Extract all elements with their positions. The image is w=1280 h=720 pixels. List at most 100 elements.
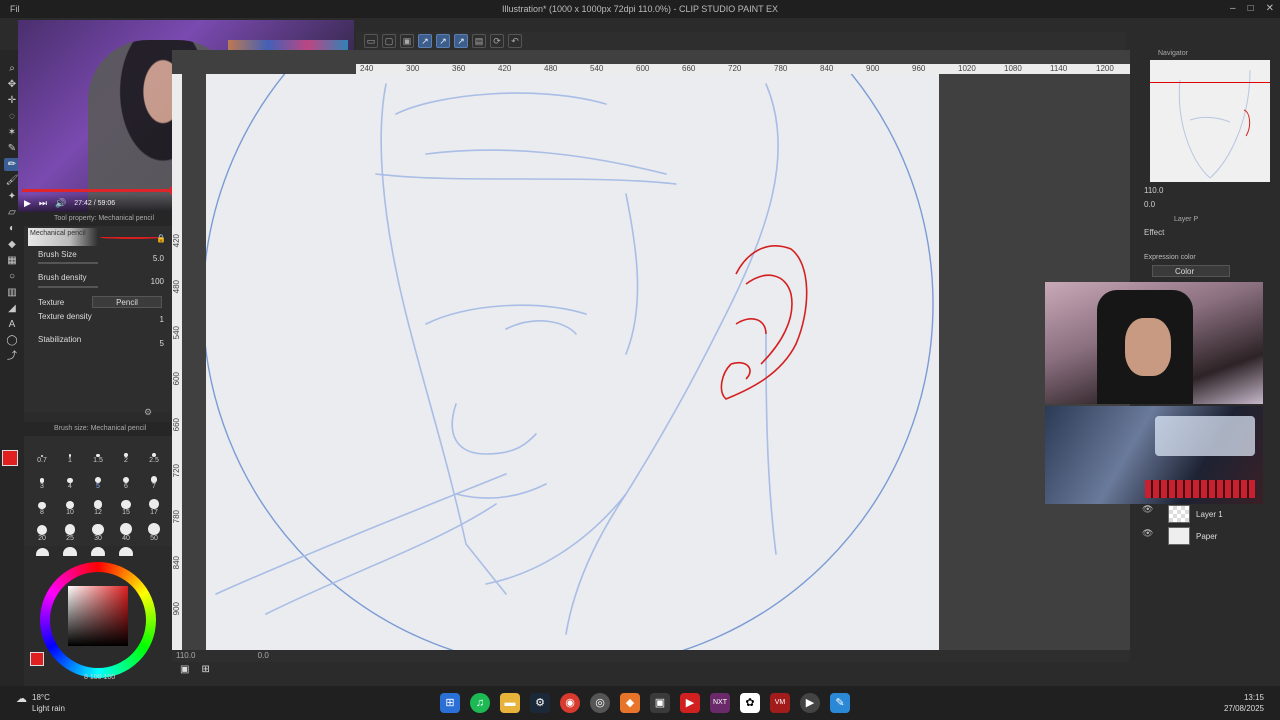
chrome-icon[interactable]: ◉ [560, 693, 580, 713]
brush-size-label: 3 [40, 483, 44, 490]
fill-icon[interactable]: ◆ [4, 238, 20, 251]
gradient-icon[interactable]: ▦ [4, 254, 20, 267]
canvas-zoom[interactable]: 110.0 [176, 651, 195, 660]
video-time: 27:42 / 59:06 [74, 199, 116, 207]
brush-size-slider[interactable] [38, 262, 98, 264]
canvas-angle[interactable]: 0.0 [258, 651, 269, 660]
horizontal-ruler: 240 300 360 420 480 540 600 660 720 780 840 900 960 1… [356, 64, 1130, 74]
fit-icon[interactable]: ▣ [180, 664, 189, 682]
brush-size-option[interactable]: 50 [140, 518, 168, 542]
brush-preset[interactable]: Mechanical pencil [28, 228, 98, 246]
reset-view-icon[interactable]: ⊞ [201, 664, 209, 682]
brush-size-option[interactable]: 2 [112, 440, 140, 464]
balloon-icon[interactable]: ◯ [4, 334, 20, 347]
browser-icon[interactable]: ◎ [590, 693, 610, 713]
steam-icon[interactable]: ⚙ [530, 693, 550, 713]
spotify-icon[interactable]: ♫ [470, 693, 490, 713]
brush-size-option[interactable]: 30 [84, 518, 112, 542]
ruler-tool-icon[interactable]: ◢ [4, 302, 20, 315]
windows-start-icon[interactable]: ⊞ [440, 693, 460, 713]
brush-size-option[interactable]: 7 [140, 466, 168, 490]
minimize-icon[interactable]: – [1230, 0, 1236, 18]
rotate-icon[interactable]: ⟳ [490, 34, 504, 48]
brush-size-option[interactable]: 17 [140, 492, 168, 516]
file-explorer-icon[interactable]: ▬ [500, 693, 520, 713]
volume-icon[interactable]: 🔊 [55, 198, 66, 209]
settings-wrench-icon[interactable]: ⚙ [144, 407, 152, 418]
layer-item[interactable]: Layer 1 [1168, 504, 1278, 524]
drawing-canvas[interactable] [202, 50, 939, 650]
brave-icon[interactable]: ◆ [620, 693, 640, 713]
pen-mode-3-icon[interactable]: ↗ [454, 34, 468, 48]
voicemeeter-icon[interactable]: VM [770, 693, 790, 713]
frame-icon[interactable]: ▥ [4, 286, 20, 299]
streamer-face [1125, 318, 1171, 376]
brush-density-slider[interactable] [38, 286, 98, 288]
figure-icon[interactable]: ○ [4, 270, 20, 283]
brush-size-option[interactable]: 40 [112, 518, 140, 542]
lock-icon[interactable]: 🔒 [156, 234, 166, 243]
expression-color-select[interactable]: Color [1152, 265, 1230, 277]
maximize-icon[interactable]: □ [1248, 0, 1254, 18]
ruler-tick-label: 480 [544, 64, 558, 73]
brush-size-value[interactable]: 5.0 [120, 254, 164, 263]
eye-icon[interactable]: 👁 [1142, 528, 1153, 539]
ruler-icon[interactable]: ▤ [472, 34, 486, 48]
main-color-chip[interactable] [30, 652, 44, 666]
openai-icon[interactable]: ✿ [740, 693, 760, 713]
saturation-value-square[interactable] [68, 586, 128, 646]
brush-size-option[interactable]: 20 [28, 518, 56, 542]
next-app-icon[interactable]: NXT [710, 693, 730, 713]
navigator-zoom[interactable]: 110.0 [1144, 186, 1163, 195]
undo-icon[interactable]: ↶ [508, 34, 522, 48]
weather-icon: ☁ [16, 693, 27, 705]
ruler-tick-label: 300 [406, 64, 420, 73]
stabilization-value[interactable]: 5 [120, 339, 164, 348]
texture-density-value[interactable]: 1 [120, 315, 164, 324]
pen-mode-2-icon[interactable]: ↗ [436, 34, 450, 48]
navigator-angle[interactable]: 0.0 [1144, 200, 1155, 209]
weather-widget[interactable]: ☁ 18°C Light rain [16, 692, 65, 714]
ruler-tick-label: 960 [912, 64, 926, 73]
brush-size-option[interactable]: 10 [56, 492, 84, 516]
select-icon[interactable]: ▢ [382, 34, 396, 48]
brush-size-option[interactable]: 8 [28, 492, 56, 516]
media-player-icon[interactable]: ▶ [800, 693, 820, 713]
brush-size-label: 25 [66, 535, 74, 542]
layer-item[interactable]: Paper [1168, 526, 1278, 546]
correct-line-icon[interactable]: ⤴ [4, 350, 20, 363]
pen-mode-icon[interactable]: ↗ [418, 34, 432, 48]
brush-size-option[interactable]: 4 [56, 466, 84, 490]
brush-size-option[interactable]: 6 [112, 466, 140, 490]
text-icon[interactable]: A [4, 318, 20, 331]
brush-size-option[interactable]: 2.5 [140, 440, 168, 464]
brush-size-option[interactable]: 1 [56, 440, 84, 464]
navigator-preview[interactable] [1150, 60, 1270, 182]
file-menu[interactable]: Fil [10, 0, 20, 18]
ruler-tick-label: 480 [172, 280, 181, 294]
brush-size-option[interactable]: 25 [56, 518, 84, 542]
brush-size-option[interactable]: 3 [28, 466, 56, 490]
texture-select[interactable]: Pencil [92, 296, 162, 308]
lasso-icon[interactable]: ▭ [364, 34, 378, 48]
brush-size-option[interactable]: 5 [84, 466, 112, 490]
close-icon[interactable]: ✕ [1266, 0, 1274, 18]
youtube-icon[interactable]: ▶ [680, 693, 700, 713]
brush-size-option[interactable]: 0.7 [28, 440, 56, 464]
blend-icon[interactable]: ◐ [4, 222, 20, 235]
store-icon[interactable]: ▣ [650, 693, 670, 713]
clip-studio-icon[interactable]: ✎ [830, 693, 850, 713]
main-color-swatch[interactable] [2, 450, 18, 466]
brush-density-value[interactable]: 100 [120, 277, 164, 286]
brush-size-option[interactable]: 1.5 [84, 440, 112, 464]
ruler-tick-label: 240 [360, 64, 374, 73]
next-icon[interactable]: ⏭ [39, 198, 47, 209]
play-icon[interactable]: ▶ [24, 198, 31, 209]
transform-icon[interactable]: ▣ [400, 34, 414, 48]
brush-size-option[interactable]: 12 [84, 492, 112, 516]
eye-icon[interactable]: 👁 [1142, 504, 1153, 515]
video-progress-fill [22, 189, 173, 192]
brush-size-option[interactable]: 15 [112, 492, 140, 516]
window-controls: – □ ✕ [1230, 0, 1274, 18]
ruler-tick-label: 660 [172, 418, 181, 432]
